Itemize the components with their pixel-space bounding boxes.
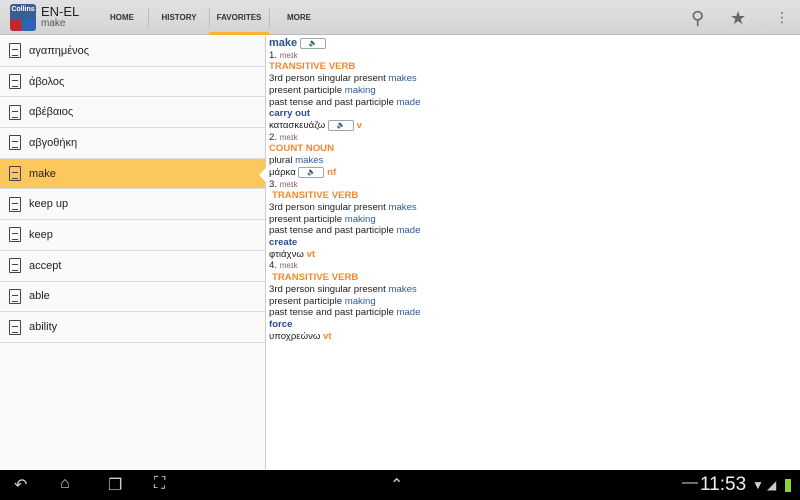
list-item-label: αβγοθήκη: [29, 136, 78, 149]
translation: φτιάχνω: [269, 248, 304, 260]
star-icon[interactable]: ★: [730, 8, 746, 29]
list-item-label: αβέβαιος: [29, 106, 74, 119]
form-link[interactable]: makes: [388, 284, 416, 295]
sense-meaning: create: [269, 237, 298, 249]
system-bar: ↶ ⌂ ❐ ⛶ ⌃ — 11:53 ▼ ◢: [0, 470, 800, 500]
document-icon: [9, 288, 21, 304]
list-item[interactable]: αβέβαιος: [0, 97, 265, 129]
speaker-icon[interactable]: 🔈: [298, 166, 325, 178]
chevron-up-icon[interactable]: ⌃: [390, 475, 403, 495]
form-link[interactable]: making: [345, 296, 376, 307]
form-link[interactable]: made: [396, 97, 420, 108]
translation: υποχρεώνω: [269, 330, 321, 342]
list-item-label: make: [29, 167, 56, 180]
signal-icon: ◢: [767, 478, 777, 492]
battery-icon: [785, 479, 791, 492]
list-item-label: keep up: [29, 198, 69, 211]
home-icon[interactable]: ⌂: [60, 475, 70, 493]
form-link[interactable]: makes: [295, 155, 323, 166]
document-icon: [9, 227, 21, 243]
document-icon: [9, 166, 21, 182]
tab-favorites[interactable]: FAVORITES: [209, 0, 269, 35]
document-icon: [9, 135, 21, 151]
tab-home[interactable]: HOME: [96, 0, 148, 35]
document-icon: [9, 196, 21, 212]
translation: κατασκευάζω: [269, 119, 326, 131]
list-item[interactable]: αβγοθήκη: [0, 128, 265, 159]
list-item-label: άβολος: [29, 75, 65, 88]
document-icon: [9, 43, 21, 59]
list-item-label: keep: [29, 228, 53, 241]
part-of-speech: TRANSITIVE VERB: [272, 272, 359, 284]
list-item[interactable]: able: [0, 282, 265, 313]
part-of-speech: TRANSITIVE VERB: [269, 61, 356, 73]
document-icon: [9, 258, 21, 274]
collins-logo[interactable]: Collins: [10, 4, 36, 31]
form-link[interactable]: made: [396, 225, 420, 236]
word-list: αγαπημένος άβολος αβέβαιος αβγοθήκη make keep…: [0, 36, 266, 470]
notification-dash-icon[interactable]: —: [682, 474, 698, 492]
headword: make: [269, 37, 298, 50]
pronunciation: meɪk: [279, 50, 298, 60]
list-item[interactable]: αγαπημένος: [0, 36, 265, 67]
form-link[interactable]: makes: [388, 202, 416, 213]
pronunciation: meɪk: [279, 132, 298, 142]
list-item-label: able: [29, 290, 50, 303]
app-subtitle: make: [41, 18, 66, 29]
list-item[interactable]: ability: [0, 312, 265, 343]
part-of-speech: COUNT NOUN: [269, 143, 335, 155]
action-bar: Collins EN-EL make HOME HISTORY FAVORITE…: [0, 0, 800, 35]
entry-content: make 🔈 1. meɪk TRANSITIVE VERB 3rd person s…: [269, 37, 421, 342]
document-icon: [9, 319, 21, 335]
list-item[interactable]: keep: [0, 220, 265, 251]
screenshot-icon[interactable]: ⛶: [154, 475, 165, 493]
document-icon: [9, 104, 21, 120]
form-link[interactable]: makes: [388, 73, 416, 84]
speaker-icon[interactable]: 🔈: [299, 38, 326, 49]
back-icon[interactable]: ↶: [14, 475, 27, 495]
sense-meaning: force: [269, 318, 293, 330]
part-of-speech: TRANSITIVE VERB: [272, 190, 359, 202]
search-icon[interactable]: ⚲: [691, 8, 704, 29]
overflow-menu-icon[interactable]: ⋮: [775, 9, 789, 26]
app-title: EN-EL: [41, 4, 80, 19]
recent-apps-icon[interactable]: ❐: [108, 475, 122, 495]
tab-more[interactable]: MORE: [270, 0, 328, 35]
list-item-label: accept: [29, 259, 62, 272]
translation: μάρκα: [269, 166, 296, 178]
sense-meaning: carry out: [269, 108, 311, 120]
tab-history[interactable]: HISTORY: [149, 0, 209, 35]
list-item[interactable]: άβολος: [0, 67, 265, 98]
form-link[interactable]: made: [396, 307, 420, 318]
pronunciation: meɪk: [279, 179, 298, 189]
wifi-icon: ▼: [752, 478, 764, 492]
form-link[interactable]: making: [345, 214, 376, 225]
list-item-label: ability: [29, 321, 58, 334]
list-item-label: αγαπημένος: [29, 44, 90, 57]
form-link[interactable]: making: [345, 85, 376, 96]
list-item[interactable]: keep up: [0, 189, 265, 221]
clock: 11:53: [700, 474, 747, 495]
document-icon: [9, 74, 21, 90]
list-item[interactable]: accept: [0, 251, 265, 282]
list-item[interactable]: make: [0, 158, 266, 190]
pronunciation: meɪk: [279, 261, 298, 271]
speaker-icon[interactable]: 🔈: [327, 119, 354, 131]
